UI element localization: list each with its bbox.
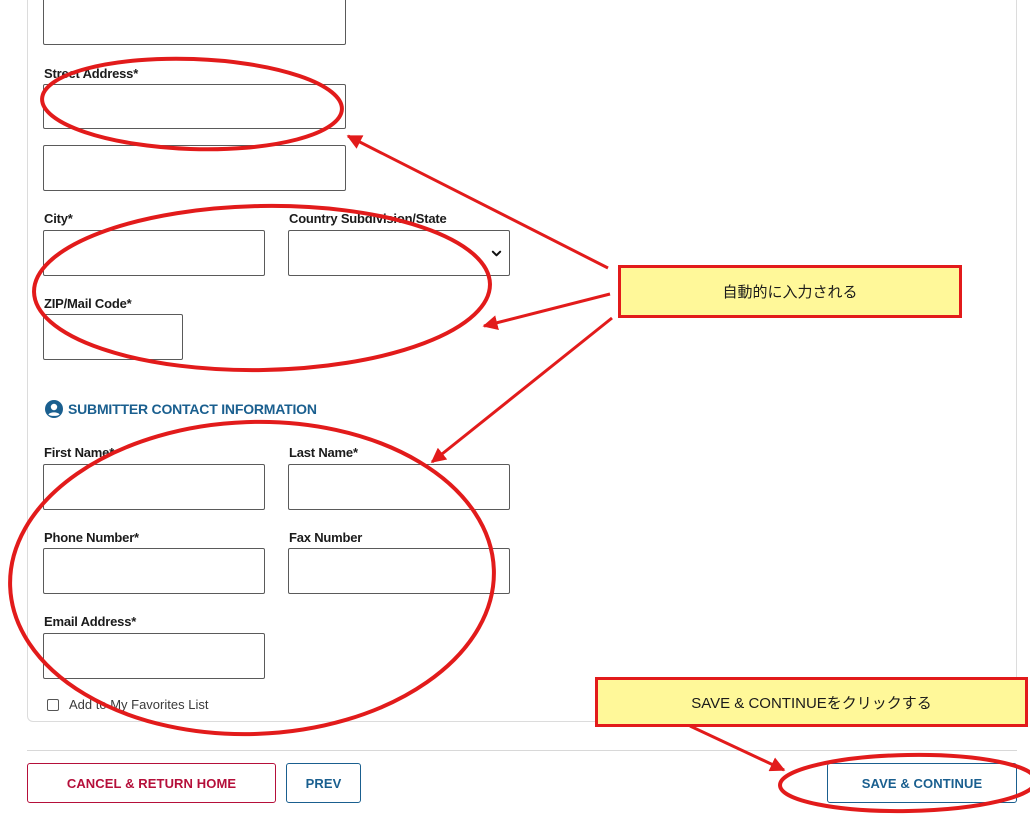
previous-field-input[interactable]	[43, 0, 346, 45]
city-input[interactable]	[43, 230, 265, 276]
arrow-to-save-button	[689, 724, 786, 772]
fax-number-label: Fax Number	[289, 530, 363, 545]
footer-divider	[27, 750, 1017, 751]
user-circle-icon	[45, 400, 63, 418]
city-label: City*	[44, 211, 73, 226]
section-header-submitter-contact: SUBMITTER CONTACT INFORMATION	[45, 400, 317, 418]
state-select[interactable]	[288, 230, 510, 276]
favorites-label: Add to My Favorites List	[69, 697, 209, 712]
cancel-return-home-button[interactable]: CANCEL & RETURN HOME	[27, 763, 276, 803]
chevron-down-icon	[491, 250, 502, 256]
email-address-label: Email Address*	[44, 614, 137, 629]
zip-input[interactable]	[43, 314, 183, 360]
first-name-input[interactable]	[43, 464, 265, 510]
callout-click-save: SAVE & CONTINUEをクリックする	[595, 677, 1028, 727]
phone-number-input[interactable]	[43, 548, 265, 594]
street-address-line1-input[interactable]	[43, 84, 346, 129]
last-name-input[interactable]	[288, 464, 510, 510]
favorites-checkbox[interactable]	[47, 698, 59, 711]
state-label: Country Subdivision/State	[289, 211, 447, 226]
callout-autofill: 自動的に入力される	[618, 265, 962, 318]
email-address-input[interactable]	[43, 633, 265, 679]
street-address-label: Street Address*	[44, 66, 139, 81]
first-name-label: First Name*	[44, 445, 115, 460]
save-continue-button[interactable]: SAVE & CONTINUE	[827, 763, 1017, 803]
zip-label: ZIP/Mail Code*	[44, 296, 132, 311]
favorites-checkbox-row[interactable]: Add to My Favorites List	[47, 697, 208, 712]
phone-number-label: Phone Number*	[44, 530, 139, 545]
prev-button[interactable]: PREV	[286, 763, 361, 803]
section-title: SUBMITTER CONTACT INFORMATION	[68, 401, 317, 417]
fax-number-input[interactable]	[288, 548, 510, 594]
last-name-label: Last Name*	[289, 445, 358, 460]
street-address-line2-input[interactable]	[43, 145, 346, 191]
